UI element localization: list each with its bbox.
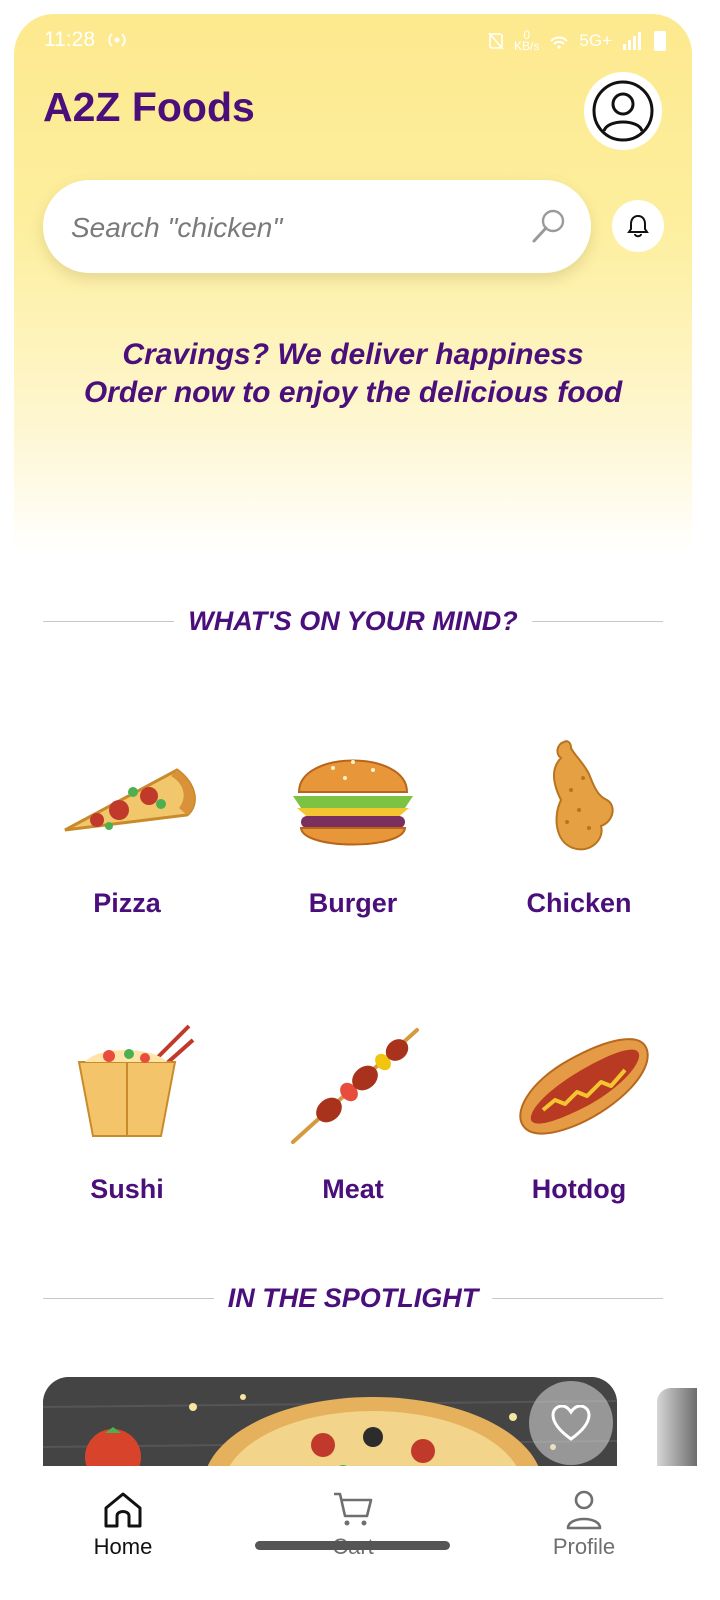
profile-icon (566, 1490, 602, 1530)
category-meat[interactable]: Meat (253, 1016, 453, 1246)
section-title-spotlight: IN THE SPOTLIGHT (227, 1283, 479, 1313)
home-icon (104, 1492, 142, 1528)
noodle-box-icon (77, 1024, 195, 1137)
network-type: 5G+ (579, 31, 612, 50)
status-time: 11:28 (44, 28, 95, 51)
status-icons: 0 KB/s 5G+ (488, 26, 666, 56)
app-title: A2Z Foods (43, 84, 255, 130)
category-hotdog[interactable]: Hotdog (479, 1016, 679, 1246)
chicken-icon (553, 740, 614, 851)
category-label: Pizza (93, 888, 161, 918)
gesture-bar[interactable] (255, 1541, 450, 1550)
section-header-spotlight: IN THE SPOTLIGHT (43, 1283, 664, 1314)
skewer-icon (291, 1028, 419, 1144)
notifications-button[interactable] (612, 200, 664, 252)
cart-icon (334, 1492, 373, 1526)
tagline-line-2: Order now to enjoy the delicious food (83, 376, 623, 409)
tagline-line-1: Cravings? We deliver happiness (122, 338, 584, 371)
tagline: Cravings? We deliver happiness Order now… (0, 336, 706, 412)
favorite-button[interactable] (529, 1381, 613, 1465)
bottom-navigation: Home Cart Profile (0, 1466, 720, 1600)
category-pizza[interactable]: Pizza (27, 730, 227, 960)
category-label: Chicken (526, 888, 632, 918)
heart-icon (551, 1405, 591, 1441)
profile-avatar-button[interactable] (584, 72, 662, 150)
category-chicken[interactable]: Chicken (479, 730, 679, 960)
no-sim-icon (488, 32, 504, 50)
category-sushi[interactable]: Sushi (27, 1016, 227, 1246)
hotspot-icon (108, 33, 126, 47)
search-bar[interactable] (43, 180, 591, 273)
search-input[interactable] (71, 208, 511, 248)
divider (43, 1298, 214, 1299)
divider (43, 621, 175, 622)
category-burger[interactable]: Burger (253, 730, 453, 960)
battery-icon (654, 31, 666, 51)
nav-label: Profile (552, 1534, 616, 1559)
search-icon[interactable] (529, 206, 569, 246)
bell-icon (627, 214, 649, 238)
user-avatar-icon (592, 80, 654, 142)
network-speed: 0 KB/s (514, 29, 540, 53)
status-bar: 11:28 0 KB/s 5G+ (14, 22, 692, 62)
divider (492, 1298, 664, 1299)
section-header-mind: WHAT'S ON YOUR MIND? (43, 606, 663, 637)
app-screen: 11:28 0 KB/s 5G+ A2Z Foods Search "chick… (0, 0, 720, 1600)
burger-icon (293, 759, 413, 846)
wifi-icon (550, 36, 569, 49)
net-speed-unit: KB/s (514, 39, 540, 53)
hotdog-icon (519, 1038, 649, 1135)
category-label: Meat (322, 1174, 384, 1204)
section-title-mind: WHAT'S ON YOUR MIND? (188, 606, 518, 636)
signal-icon (623, 32, 641, 50)
category-label: Burger (308, 888, 398, 918)
nav-label: Home (93, 1534, 153, 1559)
nav-profile[interactable]: Profile (514, 1488, 654, 1560)
category-label: Sushi (90, 1174, 164, 1204)
category-label: Hotdog (531, 1174, 627, 1204)
nav-home[interactable]: Home (53, 1488, 193, 1560)
pizza-icon (64, 768, 196, 832)
divider (531, 621, 663, 622)
